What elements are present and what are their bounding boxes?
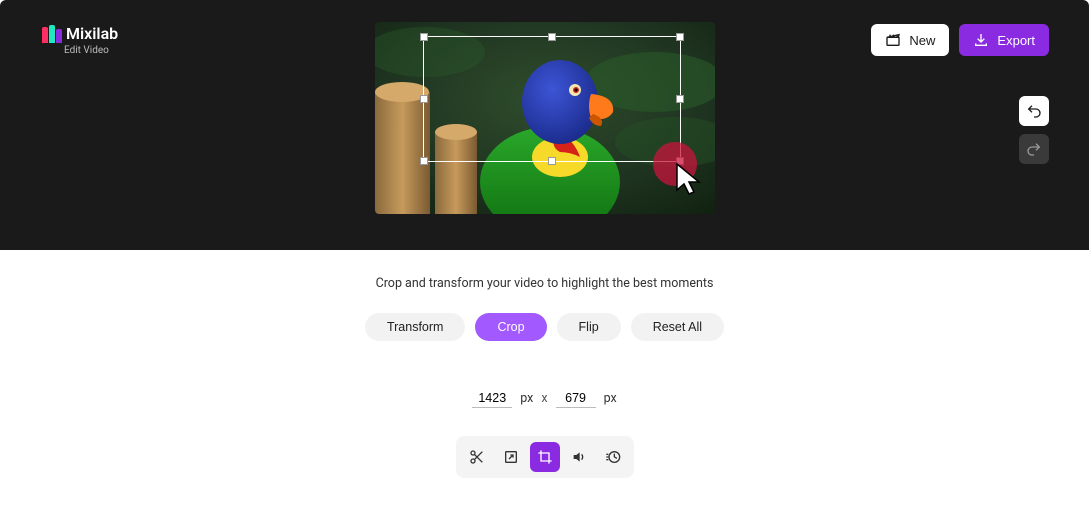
undo-redo-group bbox=[1019, 96, 1049, 164]
crop-handle-ml[interactable] bbox=[420, 95, 428, 103]
crop-handle-mr[interactable] bbox=[676, 95, 684, 103]
crop-handle-tm[interactable] bbox=[548, 33, 556, 41]
redo-button[interactable] bbox=[1019, 134, 1049, 164]
height-unit: px bbox=[604, 391, 617, 406]
tab-reset-all[interactable]: Reset All bbox=[631, 313, 724, 341]
cut-tool[interactable] bbox=[462, 442, 492, 472]
undo-icon bbox=[1026, 103, 1042, 119]
export-button[interactable]: Export bbox=[959, 24, 1049, 56]
speed-icon bbox=[605, 449, 621, 465]
expand-icon bbox=[503, 449, 519, 465]
crop-handle-tl[interactable] bbox=[420, 33, 428, 41]
header-actions: New Export bbox=[871, 24, 1049, 56]
tab-transform[interactable]: Transform bbox=[365, 313, 466, 341]
new-label: New bbox=[909, 33, 935, 48]
download-icon bbox=[973, 32, 989, 48]
redo-icon bbox=[1026, 141, 1042, 157]
cursor-icon bbox=[675, 162, 705, 200]
app-root: Mixilab Edit Video New bbox=[0, 0, 1089, 508]
height-input[interactable] bbox=[556, 389, 596, 408]
width-unit: px bbox=[520, 391, 533, 406]
resize-tool[interactable] bbox=[496, 442, 526, 472]
crop-handle-tr[interactable] bbox=[676, 33, 684, 41]
clapper-icon bbox=[885, 32, 901, 48]
logo-row: Mixilab bbox=[42, 24, 118, 43]
crop-hint: Crop and transform your video to highlig… bbox=[0, 276, 1089, 291]
scissors-icon bbox=[469, 449, 485, 465]
video-preview[interactable] bbox=[375, 22, 715, 214]
logo: Mixilab Edit Video bbox=[42, 24, 118, 56]
tab-crop[interactable]: Crop bbox=[475, 313, 546, 341]
tab-flip[interactable]: Flip bbox=[557, 313, 621, 341]
crop-rectangle[interactable] bbox=[423, 36, 681, 162]
tool-dock bbox=[456, 436, 634, 478]
app-subtitle: Edit Video bbox=[64, 45, 118, 56]
preview-area: Mixilab Edit Video New bbox=[0, 0, 1089, 250]
logo-mark bbox=[42, 25, 62, 43]
volume-tool[interactable] bbox=[564, 442, 594, 472]
width-input[interactable] bbox=[472, 389, 512, 408]
mode-tabs: Transform Crop Flip Reset All bbox=[0, 313, 1089, 341]
crop-icon bbox=[537, 449, 553, 465]
dimension-inputs: px x px bbox=[0, 389, 1089, 408]
volume-icon bbox=[571, 449, 587, 465]
crop-handle-bl[interactable] bbox=[420, 157, 428, 165]
undo-button[interactable] bbox=[1019, 96, 1049, 126]
app-name: Mixilab bbox=[66, 24, 118, 43]
crop-tool[interactable] bbox=[530, 442, 560, 472]
controls-area: Crop and transform your video to highlig… bbox=[0, 250, 1089, 408]
export-label: Export bbox=[997, 33, 1035, 48]
crop-handle-bm[interactable] bbox=[548, 157, 556, 165]
dim-separator: x bbox=[541, 391, 547, 406]
new-button[interactable]: New bbox=[871, 24, 949, 56]
speed-tool[interactable] bbox=[598, 442, 628, 472]
